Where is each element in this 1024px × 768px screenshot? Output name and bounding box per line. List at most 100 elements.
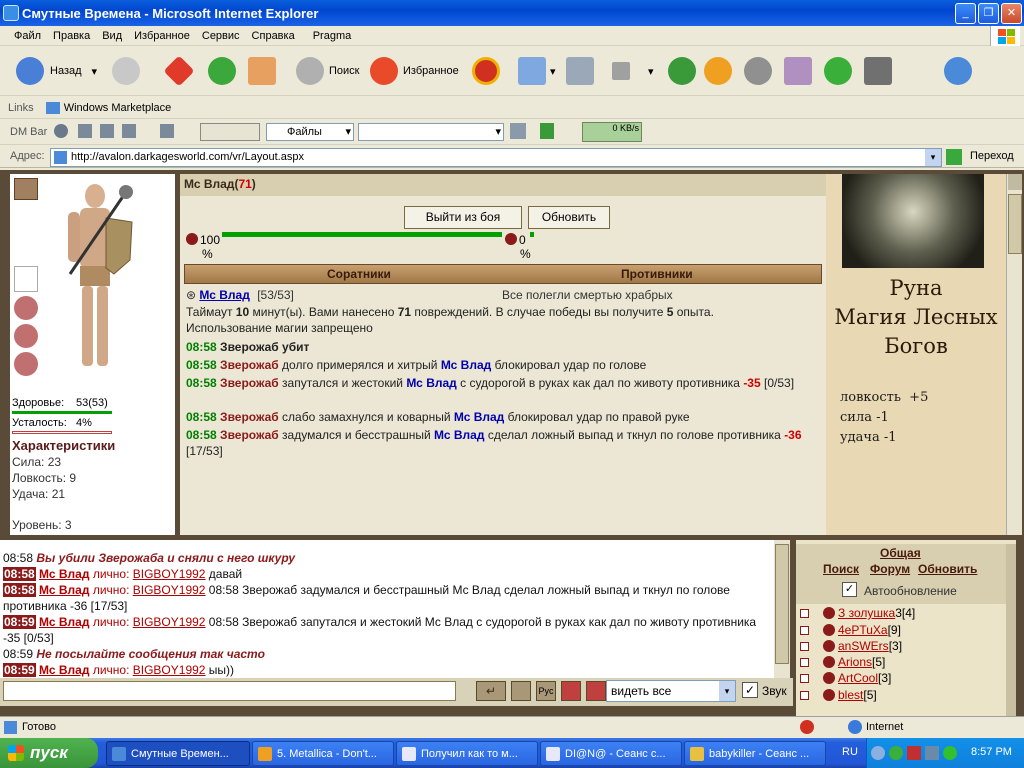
chat-log: 08:58 Вы убили Зверожаба и сняли с него … xyxy=(0,540,774,678)
private-icon[interactable] xyxy=(586,681,606,701)
log-line-1: 08:58 Зверожаб убит xyxy=(186,340,310,354)
home-button[interactable] xyxy=(248,54,276,88)
messenger-tray-icon[interactable] xyxy=(943,746,957,760)
menu-tools[interactable]: Сервис xyxy=(202,30,240,42)
go-button[interactable]: Переход xyxy=(970,150,1014,162)
potion-slot-2-icon[interactable] xyxy=(14,324,38,348)
maximize-button[interactable]: ❐ xyxy=(978,3,999,24)
player-row[interactable]: Arions [5] xyxy=(800,654,885,670)
task-chat-babykiller[interactable]: babykiller - Сеанс ... xyxy=(684,741,826,766)
files-select-value: Файлы xyxy=(287,126,322,138)
popup-blocked-icon[interactable] xyxy=(800,720,814,734)
player-row[interactable]: 4ePTuXa [9] xyxy=(800,622,901,638)
chat-input[interactable] xyxy=(3,681,456,701)
language-indicator[interactable]: RU xyxy=(842,746,858,758)
back-button[interactable]: Назад ▾ xyxy=(16,54,97,88)
player-row[interactable]: З золушка 3[4] xyxy=(800,605,915,621)
leave-battle-button[interactable]: Выйти из боя xyxy=(404,206,522,229)
archive-button[interactable] xyxy=(864,54,892,88)
network-icon[interactable] xyxy=(925,746,939,760)
settings-icon[interactable] xyxy=(160,124,174,138)
clock[interactable]: 8:57 PM xyxy=(971,746,1012,758)
search-button[interactable]: Поиск xyxy=(296,54,359,88)
character-avatar[interactable] xyxy=(50,178,150,378)
edit-button[interactable]: ▾ xyxy=(612,54,654,88)
players-search-link[interactable]: Поиск xyxy=(823,562,859,576)
rune-panel[interactable]: Руна Магия Лесных Богов ловкость +5 сила -1… xyxy=(826,174,1006,535)
files-select[interactable]: Файлы ▾ xyxy=(266,123,354,141)
history-button[interactable] xyxy=(472,54,500,88)
player-row[interactable]: anSWErs [3] xyxy=(800,638,902,654)
log-line-2: 08:58 Зверожаб долго примерялся и хитрый… xyxy=(186,358,647,372)
task-message[interactable]: Получил как то м... xyxy=(396,741,538,766)
download-icon[interactable] xyxy=(540,123,554,139)
link-windows-marketplace[interactable]: Windows Marketplace xyxy=(64,102,172,114)
dm-search-input[interactable]: ▾ xyxy=(358,123,504,141)
health-value: 53(53) xyxy=(76,397,108,409)
at-button[interactable] xyxy=(704,54,732,88)
forward-arrow-icon xyxy=(112,57,140,85)
cursor-box[interactable] xyxy=(200,123,260,141)
players-refresh-link[interactable]: Обновить xyxy=(918,562,977,576)
window-titlebar[interactable]: Смутные Времена - Microsoft Internet Exp… xyxy=(0,0,1024,26)
icq-button[interactable] xyxy=(824,54,852,88)
tab-common[interactable]: Общая xyxy=(880,546,921,560)
stop-button[interactable] xyxy=(163,54,195,88)
address-input[interactable]: http://avalon.darkagesworld.com/vr/Layou… xyxy=(50,148,942,167)
globe-icon[interactable] xyxy=(54,124,68,138)
clear-icon[interactable] xyxy=(561,681,581,701)
players-scrollbar[interactable] xyxy=(1006,544,1016,716)
tool-button[interactable] xyxy=(784,54,812,88)
fatigue-value: 4% xyxy=(76,417,92,429)
chat-line: 08:58 Мс Влад лично: BIGBOY1992 давай xyxy=(3,567,243,581)
menu-edit[interactable]: Правка xyxy=(53,30,90,42)
player-row[interactable]: blest [5] xyxy=(800,687,877,703)
chat-scrollbar[interactable] xyxy=(774,540,790,678)
shield-button[interactable] xyxy=(744,54,772,88)
chat-filter-select[interactable]: видеть все ▾ xyxy=(606,680,736,702)
players-forum-link[interactable]: Форум xyxy=(870,562,910,576)
clan-emblem-icon[interactable] xyxy=(14,178,38,200)
messenger-button[interactable] xyxy=(668,54,696,88)
tray-arrow-icon[interactable] xyxy=(871,746,885,760)
print-button[interactable] xyxy=(566,54,594,88)
minimize-button[interactable]: _ xyxy=(955,3,976,24)
translit-button[interactable]: Рус xyxy=(536,681,556,701)
task-ie[interactable]: Смутные Времен... xyxy=(106,741,250,766)
close-button[interactable]: ✕ xyxy=(1001,3,1022,24)
start-button[interactable]: пуск xyxy=(0,738,98,768)
menu-file[interactable]: Файл xyxy=(14,30,41,42)
go-arrow-icon[interactable] xyxy=(946,149,962,165)
icq-tray-icon[interactable] xyxy=(889,746,903,760)
sound-checkbox[interactable]: ✓ xyxy=(742,682,758,698)
ally-name[interactable]: Мс Влад xyxy=(199,288,249,302)
task-chat-dian[interactable]: DI@N@ - Сеанс с... xyxy=(540,741,682,766)
mail-button[interactable]: ▾ xyxy=(518,54,556,88)
task-media-player[interactable]: 5. Metallica - Don't... xyxy=(252,741,394,766)
potion-slot-3-icon[interactable] xyxy=(14,352,38,376)
favorites-button[interactable]: Избранное xyxy=(370,54,459,88)
speed-meter: 0 KB/s xyxy=(582,122,642,142)
player-row[interactable]: ArtCool [3] xyxy=(800,670,891,686)
dm-search-icon[interactable] xyxy=(510,123,526,139)
auto-refresh-checkbox[interactable]: ✓ xyxy=(842,582,857,597)
menu-favorites[interactable]: Избранное xyxy=(134,30,190,42)
potion-slot-1-icon[interactable] xyxy=(14,296,38,320)
empty-slot[interactable] xyxy=(14,266,38,292)
tray-app-icon[interactable] xyxy=(907,746,921,760)
menu-help[interactable]: Справка xyxy=(252,30,295,42)
menu-pragma[interactable]: Pragma xyxy=(313,30,352,42)
menu-view[interactable]: Вид xyxy=(102,30,122,42)
refresh-button[interactable] xyxy=(208,54,236,88)
grid-icon[interactable] xyxy=(100,124,114,138)
battle-refresh-button[interactable]: Обновить xyxy=(528,206,610,229)
own-team-bar xyxy=(222,232,502,237)
battle-scrollbar[interactable] xyxy=(1006,174,1022,535)
contacts-button[interactable] xyxy=(944,54,972,88)
forward-button[interactable] xyxy=(112,54,140,88)
home-small-icon[interactable] xyxy=(122,124,136,138)
smiley-icon[interactable] xyxy=(511,681,531,701)
add-icon[interactable] xyxy=(78,124,92,138)
log-line-3: 08:58 Зверожаб запутался и жестокий Мс В… xyxy=(186,376,795,390)
send-button[interactable]: ↵ xyxy=(476,681,506,701)
